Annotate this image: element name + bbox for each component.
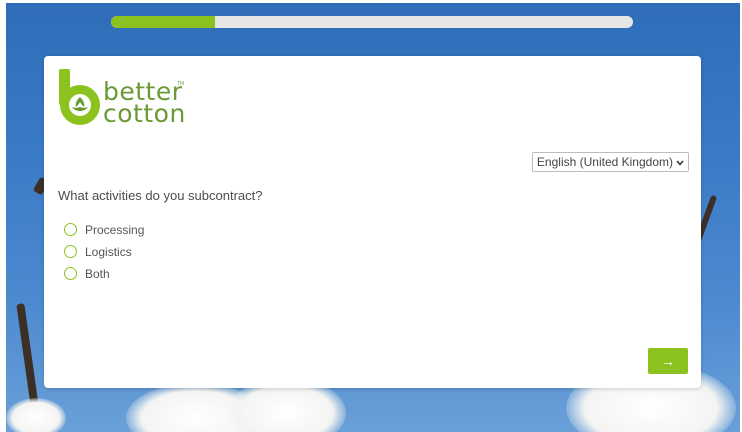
cotton-boll-decoration: [6, 398, 66, 432]
arrow-right-icon: →: [661, 353, 675, 369]
option-logistics[interactable]: Logistics: [64, 241, 144, 262]
language-select[interactable]: English (United Kingdom): [531, 152, 689, 172]
chevron-down-icon: [676, 158, 684, 168]
better-cotton-logo-icon: [59, 69, 100, 125]
option-label: Logistics: [85, 244, 132, 259]
survey-card: better cotton TM English (United Kingdom…: [44, 56, 701, 388]
option-processing[interactable]: Processing: [64, 219, 144, 240]
answer-options: Processing Logistics Both: [64, 219, 144, 285]
option-label: Both: [85, 266, 110, 281]
radio-button[interactable]: [64, 245, 77, 258]
option-both[interactable]: Both: [64, 263, 144, 284]
logo-wordmark: better cotton: [103, 79, 186, 128]
better-cotton-logo: better cotton TM: [57, 69, 197, 129]
next-button[interactable]: →: [648, 348, 688, 374]
radio-button[interactable]: [64, 267, 77, 280]
option-label: Processing: [85, 222, 145, 237]
language-select-value: English (United Kingdom): [536, 155, 673, 169]
trademark-symbol: TM: [177, 81, 185, 87]
progress-bar-fill: [111, 16, 216, 28]
progress-bar: [111, 16, 633, 28]
radio-button[interactable]: [64, 223, 77, 236]
question-text: What activities do you subcontract?: [58, 188, 263, 203]
logo-line-2: cotton: [103, 99, 186, 128]
